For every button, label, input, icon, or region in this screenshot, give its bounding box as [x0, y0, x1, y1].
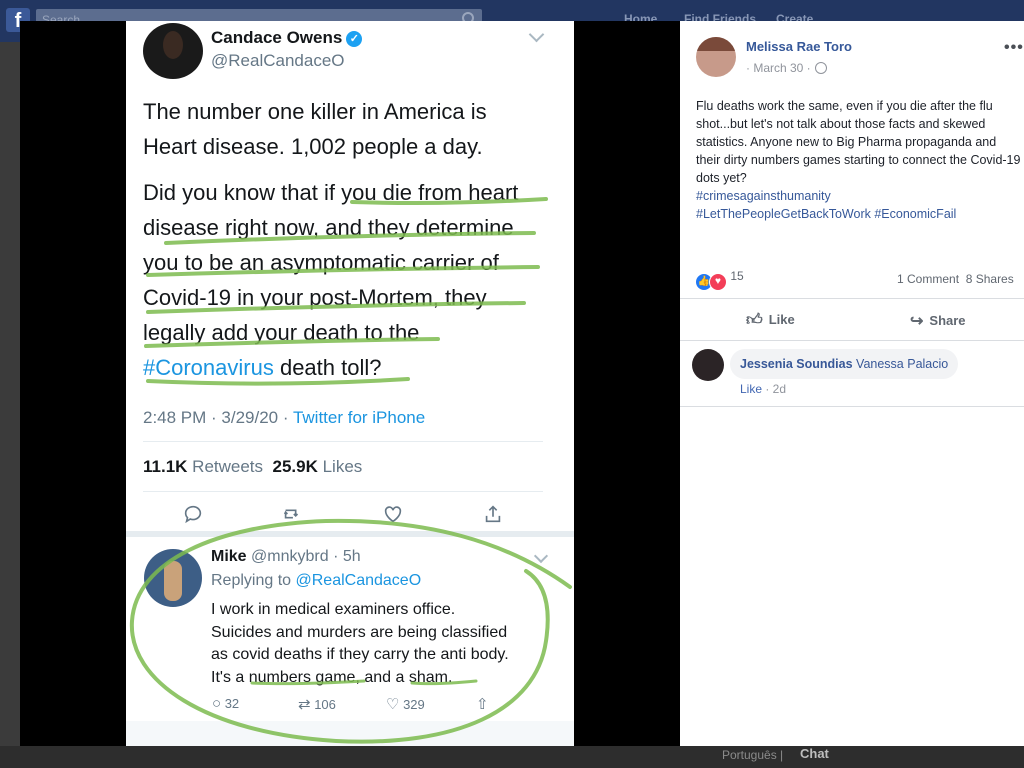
tweet-timestamp: 2:48 PM · 3/29/20 · Twitter for iPhone: [143, 408, 426, 427]
reply-separator: [126, 531, 574, 537]
hashtag-link[interactable]: #crimesagainsthumanity: [696, 189, 831, 203]
heart-icon: [384, 506, 402, 523]
comment-bubble: Jessenia Soundias Vanessa Palacio: [730, 349, 959, 379]
reply-icon: [184, 505, 202, 524]
retweet-icon: ⇄: [298, 696, 311, 713]
more-options-button[interactable]: •••: [1004, 39, 1024, 57]
post-body: Flu deaths work the same, even if you di…: [696, 99, 1021, 221]
footer-language[interactable]: Português |: [722, 748, 783, 762]
comment-mention[interactable]: Vanessa Palacio: [853, 357, 948, 371]
post-author-name[interactable]: Melissa Rae Toro: [746, 39, 852, 54]
chevron-down-icon: [528, 26, 545, 43]
reactions-summary[interactable]: 👍 ♥ 15: [696, 269, 744, 291]
reply-author-avatar: [144, 549, 202, 607]
love-reaction-icon: ♥: [709, 273, 727, 291]
chat-button[interactable]: Chat: [800, 746, 829, 761]
tweet-paragraph-2: Did you know that if you die from heart …: [143, 180, 519, 380]
like-button[interactable]: 👍︎ Like: [746, 311, 795, 330]
tweet-author-handle: @RealCandaceO: [211, 51, 345, 70]
reply-likes-count: ♡ 329: [386, 696, 425, 713]
divider: [680, 298, 1024, 299]
commenter-name[interactable]: Jessenia Soundias: [740, 357, 853, 371]
divider: [143, 491, 543, 492]
tweet-hashtag: #Coronavirus: [143, 355, 274, 380]
post-timestamp[interactable]: · March 30 ·: [746, 61, 827, 75]
comment-meta: Like · 2d: [740, 382, 787, 396]
image-bottom-strip: [126, 721, 574, 746]
share-icon: [485, 505, 501, 523]
reply-replying-to: Replying to @RealCandaceO: [211, 572, 422, 589]
reply-text: I work in medical examiners office. Suic…: [211, 601, 509, 686]
verified-badge-icon: ✓: [346, 31, 363, 47]
comment-like-button[interactable]: Like: [740, 382, 762, 396]
commenter-avatar[interactable]: [692, 349, 724, 381]
reply-icon: ○: [212, 695, 222, 712]
thumbs-up-icon: 👍︎: [746, 312, 763, 329]
tweet-paragraph-1: The number one killer in America is Hear…: [143, 99, 487, 159]
share-button[interactable]: ↪ Share: [910, 311, 966, 331]
retweet-icon: [283, 509, 299, 519]
divider: [680, 406, 1024, 407]
tweet-screenshot-image: Candace Owens ✓ @RealCandaceO The number …: [126, 21, 574, 746]
hashtag-link[interactable]: #EconomicFail: [871, 207, 956, 221]
post-side-panel: Melissa Rae Toro · March 30 · ••• Flu de…: [680, 21, 1024, 746]
heart-icon: ♡: [386, 696, 400, 713]
share-icon: ⇧: [476, 696, 489, 713]
chevron-down-icon: [533, 548, 549, 564]
post-author-avatar[interactable]: [696, 37, 736, 77]
reply-author: Mike @mnkybrd · 5h: [211, 548, 361, 565]
reply-replies-count: ○ 32: [212, 695, 240, 712]
divider: [143, 441, 543, 442]
footer-bar: [0, 746, 1024, 768]
divider: [680, 340, 1024, 341]
engagement-counts[interactable]: 1 Comment 8 Shares: [897, 272, 1014, 286]
hashtag-link[interactable]: #LetThePeopleGetBackToWork: [696, 207, 871, 221]
reply-retweets-count: ⇄ 106: [298, 696, 336, 713]
tweet-author-name: Candace Owens ✓: [211, 28, 363, 48]
tweet-stats: 11.1K Retweets 25.9K Likes: [143, 457, 363, 476]
globe-icon: [814, 62, 827, 74]
share-arrow-icon: ↪: [910, 313, 924, 330]
tweet-author-avatar: [143, 23, 203, 79]
